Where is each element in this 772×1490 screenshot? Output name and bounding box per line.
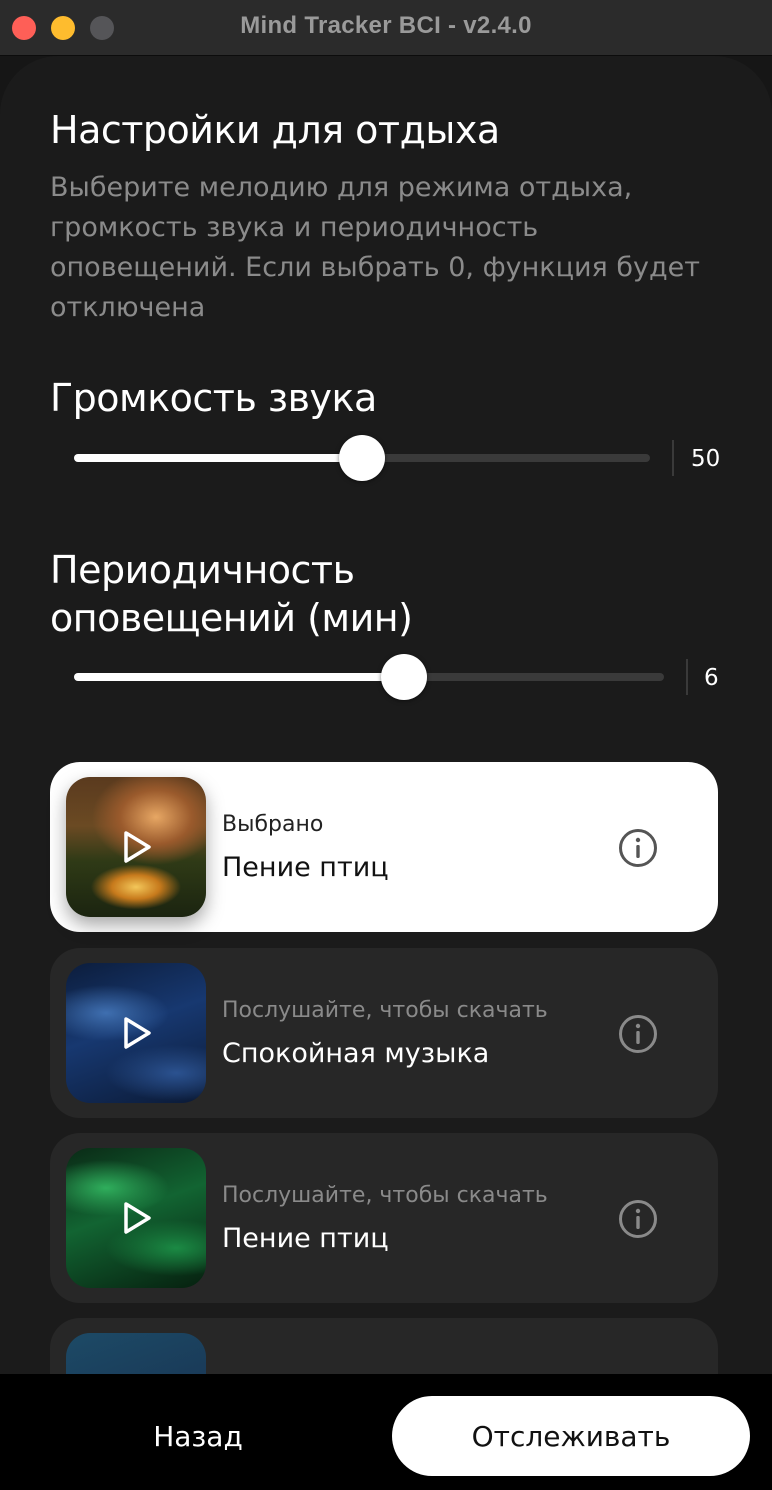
slider-divider [686,659,688,695]
play-icon[interactable] [118,1015,154,1051]
melody-card-selected[interactable]: Выбрано Пение птиц [50,762,718,932]
interval-slider-fill [74,673,404,681]
back-button[interactable]: Назад [100,1396,296,1476]
volume-label: Громкость звука [50,376,377,420]
bottom-action-bar: Назад Отслеживать [0,1374,772,1490]
interval-slider-thumb[interactable] [381,654,427,700]
info-icon[interactable] [618,1199,658,1239]
melody-title: Пение птиц [222,1223,389,1254]
settings-panel: Настройки для отдыха Выберите мелодию дл… [0,56,772,1376]
melody-status: Выбрано [222,812,324,837]
title-bar[interactable]: Mind Tracker BCI - v2.4.0 [0,0,772,56]
page-description: Выберите мелодию для режима отдыха, гром… [50,172,701,323]
melody-status: Послушайте, чтобы скачать [222,998,548,1023]
melody-card[interactable]: Послушайте, чтобы скачать Спокойная музы… [50,948,718,1118]
interval-value: 6 [704,665,719,691]
page-title: Настройки для отдыха [50,108,500,152]
melody-title: Пение птиц [222,852,389,883]
play-icon[interactable] [118,1200,154,1236]
info-icon[interactable] [618,1014,658,1054]
volume-slider-thumb[interactable] [339,435,385,481]
melody-thumbnail [66,777,206,917]
melody-thumbnail [66,963,206,1103]
volume-value: 50 [691,446,721,472]
app-window: Mind Tracker BCI - v2.4.0 Настройки для … [0,0,772,1490]
interval-slider[interactable] [74,654,664,700]
interval-label: Периодичность оповещений (мин) [50,548,413,640]
melody-status: Послушайте, чтобы скачать [222,1183,548,1208]
melody-card-partial[interactable] [50,1318,718,1376]
melody-card[interactable]: Послушайте, чтобы скачать Пение птиц [50,1133,718,1303]
window-title: Mind Tracker BCI - v2.4.0 [240,12,532,39]
volume-slider-fill [74,454,362,462]
track-button[interactable]: Отслеживать [392,1396,750,1476]
melody-thumbnail [66,1148,206,1288]
info-icon[interactable] [618,828,658,868]
play-icon[interactable] [118,829,154,865]
melody-title: Спокойная музыка [222,1038,490,1069]
melody-thumbnail [66,1333,206,1376]
slider-divider [672,440,674,476]
volume-slider[interactable] [74,435,650,481]
